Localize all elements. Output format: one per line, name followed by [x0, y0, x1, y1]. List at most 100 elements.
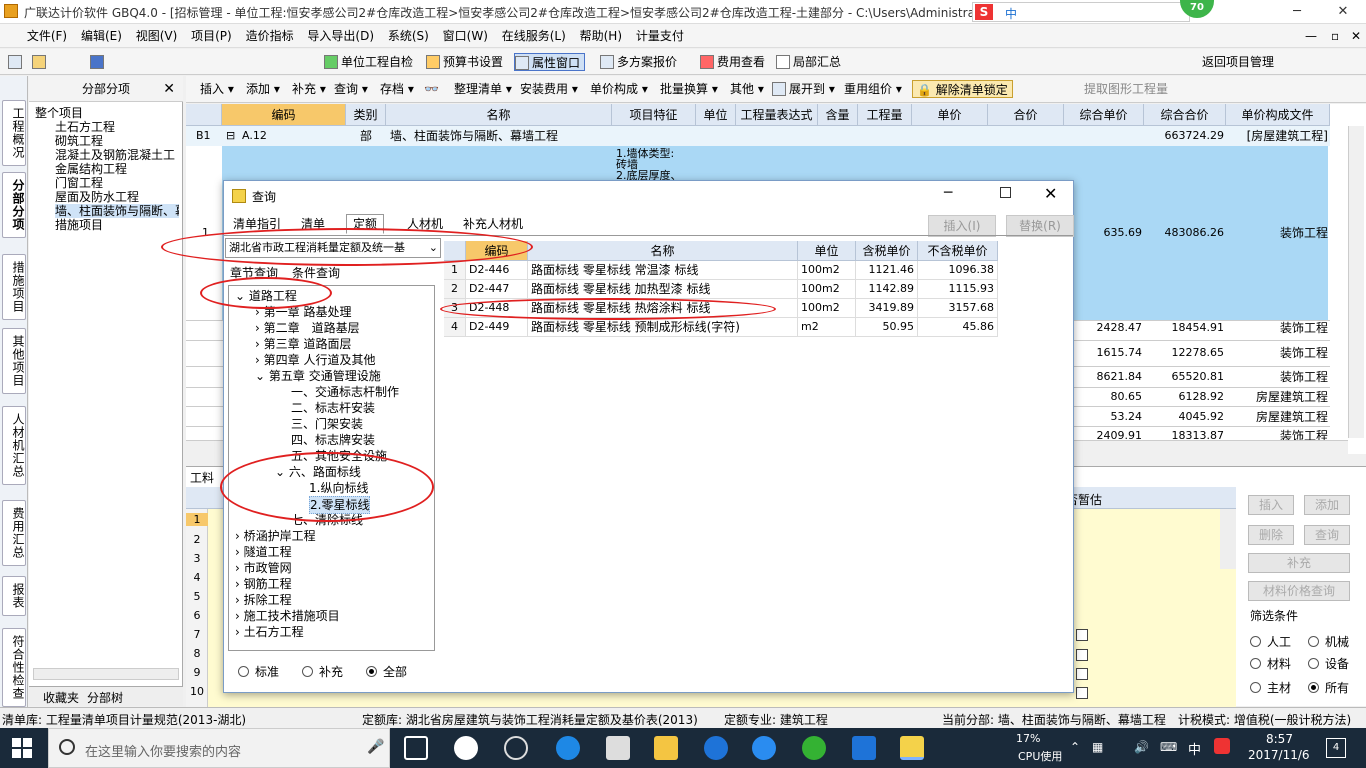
preset-button[interactable]: 预算书设置 — [426, 53, 503, 71]
grid-header-file[interactable]: 单价构成文件 — [1226, 104, 1330, 126]
new-file-icon[interactable] — [8, 53, 25, 71]
tree-node[interactable]: › 桥涵护岸工程 — [235, 528, 316, 544]
tree-node[interactable]: 三、门架安装 — [291, 416, 363, 432]
detail-supplement-button[interactable]: 补充 — [1248, 553, 1350, 573]
quota-name[interactable]: 路面标线 零星标线 加热型漆 标线 — [528, 280, 798, 299]
glodon-g-icon[interactable] — [752, 736, 776, 760]
menu-view[interactable]: 视图(V) — [131, 24, 183, 48]
radio-all[interactable]: 全部 — [366, 663, 407, 680]
attribute-window-button[interactable]: 属性窗口 — [514, 53, 586, 71]
grid-header-expr[interactable]: 工程量表达式 — [736, 104, 818, 126]
grid-header-amount[interactable]: 合价 — [988, 104, 1064, 126]
app-swirl-icon[interactable] — [504, 736, 528, 760]
ime-toolbar[interactable]: S 中 — [972, 2, 1190, 22]
tab-fee-summary[interactable]: 费用汇总 — [2, 500, 26, 566]
close-icon[interactable]: ✕ — [163, 76, 175, 102]
multi-plan-button[interactable]: 多方案报价 — [600, 53, 677, 71]
mdi-pin-icon[interactable]: ▫ — [1326, 24, 1344, 48]
collapse-icon[interactable]: ⊟ — [226, 127, 235, 145]
menu-system[interactable]: 系统(S) — [383, 24, 434, 48]
material-price-query-button[interactable]: 材料价格查询 — [1248, 581, 1350, 601]
estimate-checkbox[interactable] — [1076, 668, 1088, 680]
unlock-list-button[interactable]: 🔒 解除清单锁定 — [912, 80, 1013, 98]
supplement-dropdown[interactable]: 补充 ▾ — [292, 80, 326, 98]
nav-item[interactable]: 整个项目 — [35, 106, 83, 120]
tree-node[interactable]: ⌄ 第五章 交通管理设施 — [255, 368, 381, 384]
binoculars-icon[interactable]: 👓 — [424, 80, 439, 98]
gbq-app-icon[interactable] — [900, 736, 924, 760]
tab-division-tree[interactable]: 分部树 — [87, 689, 123, 706]
unit-price-dropdown[interactable]: 单价构成 ▾ — [590, 80, 648, 98]
estimate-checkbox[interactable] — [1076, 649, 1088, 661]
detail-vscrollbar[interactable] — [1220, 509, 1236, 569]
dialog-minimize-button[interactable]: ─ — [944, 185, 952, 201]
browser-360-icon[interactable] — [802, 736, 826, 760]
grid-header-code[interactable]: 编码 — [222, 104, 346, 126]
tab-labor-material[interactable]: 人材机汇总 — [2, 406, 26, 485]
filter-material-radio[interactable]: 材料 — [1250, 655, 1291, 672]
menu-project[interactable]: 项目(P) — [186, 24, 237, 48]
tree-node[interactable]: › 拆除工程 — [235, 592, 292, 608]
grid-header-name[interactable]: 名称 — [386, 104, 612, 126]
detail-query-button[interactable]: 查询 — [1304, 525, 1350, 545]
grid-header-qty[interactable]: 工程量 — [858, 104, 912, 126]
windows-start-icon[interactable] — [12, 738, 32, 758]
detail-insert-button[interactable]: 插入 — [1248, 495, 1294, 515]
back-project-button[interactable]: 返回项目管理 — [1202, 53, 1274, 71]
quota-code[interactable]: D2-447 — [466, 280, 528, 299]
save-icon[interactable] — [90, 53, 107, 71]
detail-delete-button[interactable]: 删除 — [1248, 525, 1294, 545]
menu-help[interactable]: 帮助(H) — [575, 24, 627, 48]
estimate-checkbox[interactable] — [1076, 687, 1088, 699]
tree-node[interactable]: › 隧道工程 — [235, 544, 292, 560]
query-dropdown[interactable]: 查询 ▾ — [334, 80, 368, 98]
tree-node[interactable]: 一、交通标志杆制作 — [291, 384, 399, 400]
internet-explorer-icon[interactable] — [704, 736, 728, 760]
nav-hscrollbar[interactable] — [33, 668, 179, 680]
tree-node[interactable]: › 市政管网 — [235, 560, 292, 576]
nav-item[interactable]: 砌筑工程 — [55, 134, 103, 148]
quota-name[interactable]: 路面标线 零星标线 预制成形标线(字符) — [528, 318, 798, 337]
store-icon[interactable] — [606, 736, 630, 760]
tab-report[interactable]: 报表 — [2, 576, 26, 616]
nav-item[interactable]: 混凝土及钢筋混凝土工 — [55, 148, 179, 162]
task-view-icon[interactable] — [404, 736, 428, 760]
nav-item[interactable]: 门窗工程 — [55, 176, 103, 190]
file-explorer-icon[interactable] — [654, 736, 678, 760]
menu-file[interactable]: 文件(F) — [22, 24, 72, 48]
tree-node[interactable]: 二、标志杆安装 — [291, 400, 375, 416]
tree-node[interactable]: › 第四章 人行道及其他 — [255, 352, 375, 368]
filter-all-radio[interactable]: 所有 — [1308, 679, 1349, 696]
nav-item[interactable]: 屋面及防水工程 — [55, 190, 139, 204]
dialog-replace-button[interactable]: 替换(R) — [1006, 215, 1074, 237]
app-fan-icon[interactable] — [454, 736, 478, 760]
batch-convert-dropdown[interactable]: 批量换算 ▾ — [660, 80, 718, 98]
grid-header-type[interactable]: 类别 — [346, 104, 386, 126]
tree-node[interactable]: 四、标志牌安装 — [291, 432, 375, 448]
mdi-close-icon[interactable]: ✕ — [1346, 24, 1366, 48]
dialog-close-button[interactable]: ✕ — [1044, 184, 1057, 203]
tree-node[interactable]: › 第二章 道路基层 — [255, 320, 360, 336]
chevron-up-icon[interactable]: ⌃ — [1070, 740, 1080, 754]
keyboard-icon[interactable]: ⌨ — [1160, 740, 1177, 754]
quota-code[interactable]: D2-449 — [466, 318, 528, 337]
grid-vscrollbar[interactable] — [1348, 126, 1364, 438]
nav-item[interactable]: 土石方工程 — [55, 120, 115, 134]
filter-machine-radio[interactable]: 机械 — [1308, 633, 1349, 650]
tidy-list-dropdown[interactable]: 整理清单 ▾ — [454, 80, 512, 98]
tab-measures[interactable]: 措施项目 — [2, 254, 26, 320]
menu-payment[interactable]: 计量支付 — [631, 24, 689, 48]
grid-header-price[interactable]: 单价 — [912, 104, 988, 126]
archive-dropdown[interactable]: 存档 ▾ — [380, 80, 414, 98]
grid-header-unit[interactable]: 单位 — [696, 104, 736, 126]
insert-dropdown[interactable]: 插入 ▾ — [200, 80, 234, 98]
tree-node[interactable]: › 第三章 道路面层 — [255, 336, 351, 352]
install-fee-dropdown[interactable]: 安装费用 ▾ — [520, 80, 578, 98]
edge-icon[interactable] — [556, 736, 580, 760]
nav-item[interactable]: 金属结构工程 — [55, 162, 127, 176]
dialog-maximize-button[interactable] — [1000, 187, 1011, 198]
detail-add-button[interactable]: 添加 — [1304, 495, 1350, 515]
fee-view-button[interactable]: 费用查看 — [700, 53, 765, 71]
ime-indicator[interactable]: 中 — [1188, 739, 1201, 758]
quota-header-tax-price[interactable]: 含税单价 — [856, 241, 918, 261]
